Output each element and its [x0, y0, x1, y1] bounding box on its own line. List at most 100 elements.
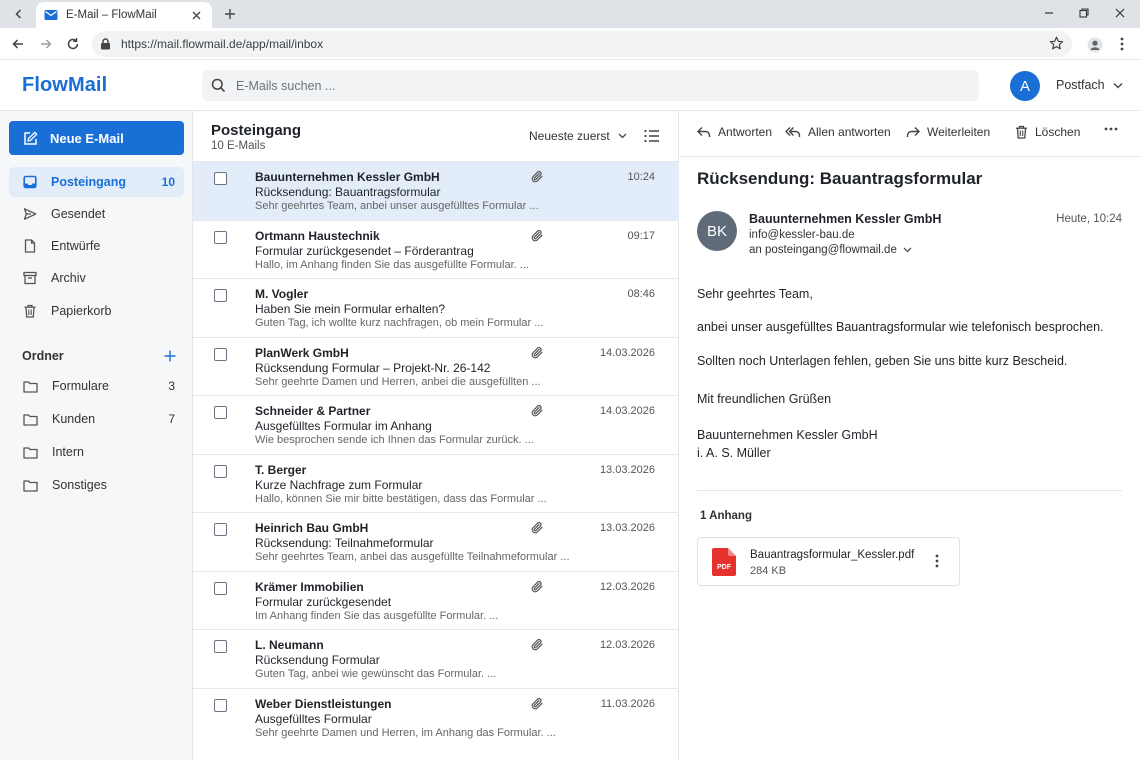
mail-sender: Ortmann Haustechnik [255, 228, 380, 243]
mail-row[interactable]: Ortmann Haustechnik Formular zurückgesen… [193, 219, 679, 279]
row-checkbox[interactable] [214, 230, 227, 244]
bookmark-star-icon[interactable] [1049, 36, 1064, 51]
folder-item-intern[interactable]: Intern [9, 437, 184, 467]
mail-subject: Rücksendung: Teilnahmeformular [255, 536, 434, 550]
tab-search-back-icon[interactable] [8, 4, 30, 24]
app-header: FlowMail A Postfach [0, 60, 1140, 111]
folders-title: Ordner [22, 349, 64, 363]
mail-date: 13.03.2026 [599, 522, 655, 534]
reading-pane: Antworten Allen antworten Weiterleiten L… [680, 111, 1140, 760]
mail-row[interactable]: PlanWerk GmbH Rücksendung Formular – Pro… [193, 336, 679, 396]
sidebar-item-trash[interactable]: Papierkorb [9, 296, 184, 326]
search-bar[interactable] [202, 70, 979, 101]
mail-row[interactable]: Heinrich Bau GmbH Rücksendung: Teilnahme… [193, 512, 679, 571]
mail-subject: Ausgefülltes Formular [255, 711, 372, 726]
folder-item-formulare[interactable]: Formulare 3 [9, 371, 184, 401]
folder-icon [23, 446, 38, 459]
inbox-icon [23, 175, 37, 189]
mailbox-label: Postfach [1056, 78, 1105, 92]
row-checkbox[interactable] [214, 406, 227, 419]
mail-row[interactable]: Schneider & Partner Ausgefülltes Formula… [193, 395, 679, 454]
mailbox-selector[interactable]: Postfach [1056, 78, 1123, 92]
folder-icon [23, 479, 38, 492]
mail-preview: Im Anhang finden Sie das ausgefüllte For… [255, 609, 499, 622]
reply-all-label: Allen antworten [808, 125, 891, 139]
row-checkbox[interactable] [214, 523, 227, 536]
sidebar-item-archive[interactable]: Archiv [9, 263, 184, 293]
mail-row[interactable]: M. Vogler Haben Sie mein Formular erhalt… [193, 278, 679, 337]
mail-row[interactable]: Krämer Immobilien Formular zurückgesende… [193, 570, 679, 630]
forward-button[interactable]: Weiterleiten [906, 125, 990, 139]
browser-profile-icon[interactable] [1084, 34, 1106, 56]
tab-close-icon[interactable] [188, 7, 204, 23]
browser-tab-bar: E-Mail – FlowMail [0, 0, 1140, 28]
url-bar[interactable]: https://mail.flowmail.de/app/mail/inbox [92, 31, 1072, 57]
reply-button[interactable]: Antworten [697, 125, 772, 139]
mail-row[interactable]: Bauunternehmen Kessler GmbH Rücksendung:… [193, 161, 679, 220]
mail-sender: Bauunternehmen Kessler GmbH [255, 170, 440, 184]
mail-rows: Bauunternehmen Kessler GmbH Rücksendung:… [193, 161, 679, 746]
mail-subject: Rücksendung: Bauantragsformular [255, 185, 441, 199]
mail-row[interactable]: L. Neumann Rücksendung Formular Guten Ta… [193, 629, 679, 688]
app-logo[interactable]: FlowMail [22, 74, 107, 97]
mail-list: Posteingang 10 E-Mails Neueste zuerst Ba… [193, 111, 679, 760]
compose-icon [23, 131, 38, 146]
user-avatar[interactable]: A [1010, 71, 1040, 101]
row-checkbox[interactable] [214, 347, 227, 361]
chevron-down-icon [1113, 82, 1123, 89]
mail-row[interactable]: T. Berger Kurze Nachfrage zum Formular H… [193, 453, 679, 513]
mail-row[interactable]: Weber Dienstleistungen Ausgefülltes Form… [193, 687, 679, 747]
folder-icon [23, 380, 38, 393]
more-actions-icon[interactable] [1104, 127, 1118, 131]
sidebar: Neue E-Mail Posteingang 10 Gesendet Entw… [0, 111, 193, 760]
recipient-text: an posteingang@flowmail.de [749, 244, 897, 256]
chevron-down-icon [903, 247, 912, 253]
new-tab-icon[interactable] [220, 4, 240, 24]
compose-label: Neue E-Mail [50, 130, 124, 146]
attachment-menu-icon[interactable] [935, 554, 939, 568]
folder-item-kunden[interactable]: Kunden 7 [9, 404, 184, 434]
minimize-icon[interactable] [1036, 3, 1062, 23]
sidebar-item-label: Posteingang [51, 175, 127, 189]
attachment-card[interactable]: PDF Bauantragsformular_Kessler.pdf 284 K… [697, 537, 960, 586]
mail-subject: Rücksendung Formular – Projekt-Nr. 26-14… [255, 360, 491, 375]
recipient-line[interactable]: an posteingang@flowmail.de [749, 244, 912, 256]
window-close-icon[interactable] [1107, 3, 1133, 23]
row-checkbox[interactable] [214, 581, 227, 595]
search-input[interactable] [236, 78, 936, 93]
row-checkbox[interactable] [214, 172, 227, 185]
forward-icon [906, 126, 920, 138]
list-view-options-icon[interactable] [644, 129, 660, 143]
mail-preview: Sehr geehrte Damen und Herren, im Anhang… [255, 726, 556, 739]
row-checkbox[interactable] [214, 640, 227, 653]
reload-icon[interactable] [63, 34, 83, 54]
row-checkbox[interactable] [214, 464, 227, 478]
mail-date: 13.03.2026 [599, 463, 655, 476]
restore-icon[interactable] [1071, 3, 1097, 23]
back-arrow-icon[interactable] [8, 34, 28, 54]
message-time: Heute, 10:24 [1056, 213, 1122, 225]
body-line: anbei unser ausgefülltes Bauantragsformu… [697, 320, 1104, 334]
browser-tab[interactable]: E-Mail – FlowMail [36, 2, 212, 28]
add-folder-plus-icon[interactable] [164, 350, 176, 362]
lock-icon[interactable] [100, 38, 111, 50]
row-checkbox[interactable] [214, 698, 227, 712]
message-subject: Rücksendung: Bauantragsformular [697, 169, 983, 188]
sidebar-item-drafts[interactable]: Entwürfe [9, 231, 184, 261]
search-icon [211, 78, 226, 93]
sidebar-item-sent[interactable]: Gesendet [9, 199, 184, 229]
reply-all-button[interactable]: Allen antworten [785, 125, 891, 139]
compose-button[interactable]: Neue E-Mail [9, 121, 184, 155]
sort-dropdown[interactable]: Neueste zuerst [529, 129, 627, 143]
delete-button[interactable]: Löschen [1015, 125, 1080, 139]
paperclip-icon [530, 580, 544, 594]
mail-subject: Kurze Nachfrage zum Formular [255, 477, 423, 492]
forward-arrow-icon[interactable] [36, 34, 56, 54]
paperclip-icon [530, 229, 544, 243]
folder-item-sonstiges[interactable]: Sonstiges [9, 470, 184, 500]
row-checkbox[interactable] [214, 289, 227, 302]
sidebar-item-inbox[interactable]: Posteingang 10 [9, 167, 184, 197]
browser-menu-icon[interactable] [1114, 34, 1130, 54]
folder-count: 3 [168, 379, 175, 393]
pdf-icon-label: PDF [717, 564, 732, 571]
